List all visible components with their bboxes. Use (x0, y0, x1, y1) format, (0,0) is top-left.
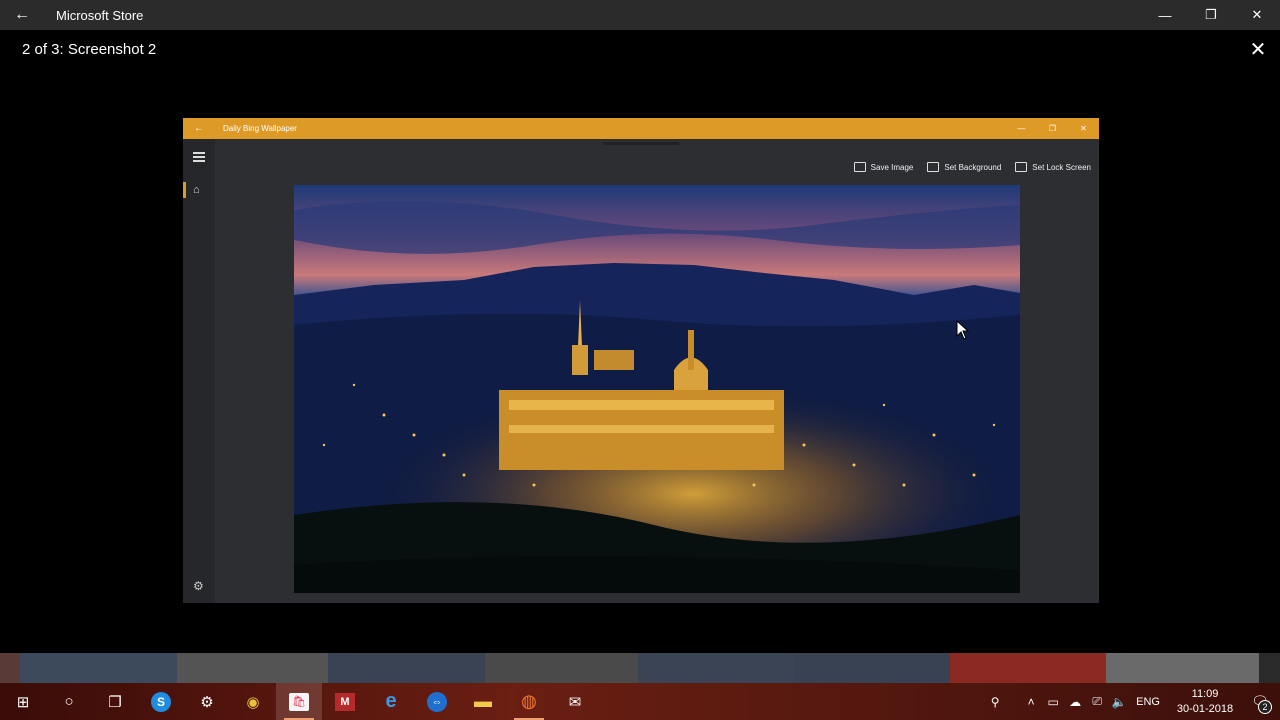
night-city-photo (294, 185, 1020, 593)
app-screenshot: ← Daily Bing Wallpaper — ❐ ✕ ⌂ ⚙ Save Im… (183, 118, 1099, 603)
store-app[interactable]: 🛍 (276, 683, 322, 720)
set-lock-screen-action: Set Lock Screen (1015, 162, 1091, 172)
clock-time: 11:09 (1191, 687, 1219, 700)
set-lock-screen-label: Set Lock Screen (1032, 162, 1091, 172)
set-background-label: Set Background (944, 162, 1002, 172)
gear-icon: ⚙ (200, 693, 214, 711)
settings-app[interactable]: ⚙ (184, 683, 230, 720)
network-icon[interactable]: ⎚ (1086, 694, 1108, 709)
nav-item-home: ⌂ (183, 182, 215, 198)
app-titlebar: ← Daily Bing Wallpaper — ❐ ✕ (183, 118, 1099, 139)
clock[interactable]: 11:09 30-01-2018 (1170, 687, 1240, 717)
mail-app[interactable]: ✉ (552, 683, 598, 720)
wallpaper-image (294, 185, 1020, 593)
teamviewer-app[interactable]: ⇔ (414, 683, 460, 720)
minimize-button[interactable]: — (1142, 0, 1188, 30)
app-title: Daily Bing Wallpaper (223, 124, 297, 133)
close-icon: ✕ (1251, 7, 1263, 22)
task-view-icon: ❐ (108, 693, 122, 711)
skype-icon: S (151, 691, 171, 712)
mendeley-icon: M (335, 692, 355, 711)
hamburger-icon (193, 152, 205, 162)
lock-screen-icon (1015, 162, 1028, 172)
close-viewer-button[interactable]: ✕ (1246, 38, 1270, 62)
folder-icon: ▬ (474, 691, 492, 711)
store-icon: 🛍 (289, 692, 309, 711)
mail-icon: ✉ (568, 693, 582, 711)
save-image-action: Save Image (853, 162, 914, 172)
edge-app[interactable]: e (368, 683, 414, 720)
arrow-left-icon: ← (194, 123, 204, 134)
window-controls: — ❐ ✕ (1142, 0, 1280, 30)
taskbar: ⊞ ○ ❐ S ⚙ ◉ 🛍 M e ⇔ ▬ ◍ ✉ ⚲ ˄ ▭ ☁ ⎚ 🔈 EN… (0, 683, 1280, 720)
skype-app[interactable]: S (138, 683, 184, 720)
firefox-app[interactable]: ◍ (506, 683, 552, 720)
mouse-cursor-icon (956, 320, 970, 340)
teamviewer-icon: ⇔ (427, 691, 447, 712)
cloud-icon[interactable]: ☁ (1064, 695, 1086, 709)
people-icon[interactable]: ⚲ (984, 695, 1006, 709)
close-icon: ✕ (1080, 124, 1087, 133)
circle-icon: ○ (64, 693, 74, 710)
battery-icon[interactable]: ▭ (1042, 695, 1064, 709)
restore-icon: ❐ (1205, 7, 1217, 22)
chrome-icon: ◉ (246, 693, 260, 711)
close-icon: ✕ (1249, 39, 1267, 61)
save-icon (853, 162, 866, 172)
start-button[interactable]: ⊞ (0, 683, 46, 720)
home-icon: ⌂ (193, 184, 200, 196)
minimize-icon: — (1017, 124, 1026, 133)
window-title: Microsoft Store (56, 7, 144, 23)
action-center-button[interactable]: 🗨 2 (1240, 683, 1280, 720)
firefox-icon: ◍ (521, 691, 537, 711)
restore-button[interactable]: ❐ (1188, 0, 1234, 30)
minimize-icon: — (1158, 7, 1172, 23)
restore-icon: ❐ (1048, 124, 1057, 133)
edge-icon: e (385, 690, 397, 712)
set-background-action: Set Background (927, 162, 1001, 172)
app-nav-pane: ⌂ ⚙ (183, 139, 215, 603)
windows-icon: ⊞ (16, 693, 30, 711)
notification-badge: 2 (1258, 700, 1272, 714)
close-window-button[interactable]: ✕ (1234, 0, 1280, 30)
screenshot-viewer-header: 2 of 3: Screenshot 2 ✕ (0, 30, 1280, 70)
mendeley-app[interactable]: M (322, 683, 368, 720)
app-toolbar: Save Image Set Background Set Lock Scree… (853, 162, 1091, 172)
cortana-button[interactable]: ○ (46, 683, 92, 720)
chrome-app[interactable]: ◉ (230, 683, 276, 720)
window-titlebar: ← Microsoft Store — ❐ ✕ (0, 0, 1280, 30)
volume-icon[interactable]: 🔈 (1108, 695, 1130, 709)
clock-date: 30-01-2018 (1176, 702, 1234, 715)
thumbnail-strip (0, 653, 1280, 683)
viewer-title: 2 of 3: Screenshot 2 (22, 41, 157, 58)
language-indicator[interactable]: ENG (1136, 696, 1160, 708)
settings-icon: ⚙ (193, 579, 204, 593)
chevron-up-icon[interactable]: ˄ (1020, 695, 1042, 709)
task-view-button[interactable]: ❐ (92, 683, 138, 720)
file-explorer-app[interactable]: ▬ (460, 683, 506, 720)
save-image-label: Save Image (870, 162, 914, 172)
app-window-controls: — ❐ ✕ (1006, 118, 1099, 139)
drag-handle (603, 142, 679, 145)
system-tray: ⚲ ˄ ▭ ☁ ⎚ 🔈 ENG 11:09 30-01-2018 🗨 2 (984, 683, 1280, 720)
arrow-left-icon: ← (14, 6, 30, 23)
monitor-icon (927, 162, 940, 172)
back-button[interactable]: ← (0, 0, 44, 30)
